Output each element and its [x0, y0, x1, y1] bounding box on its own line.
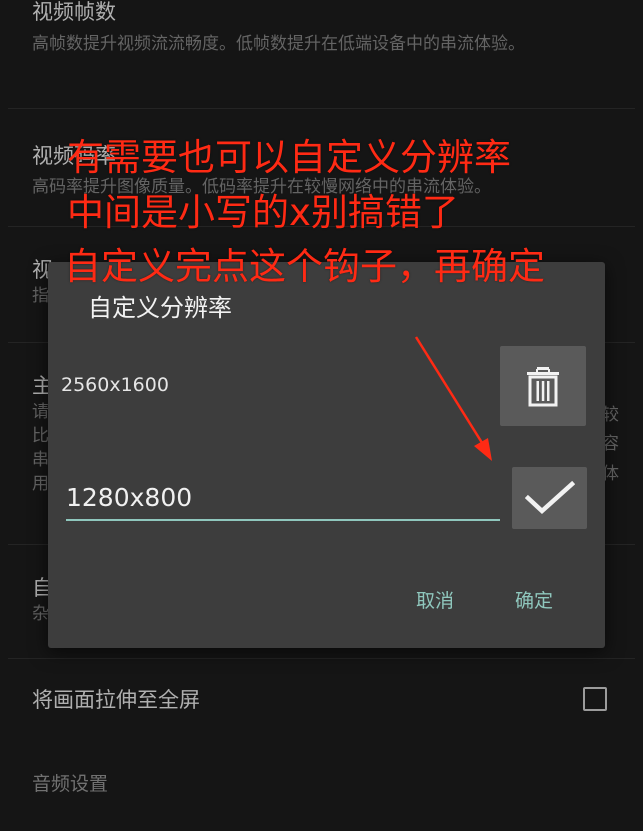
annotation-arrow-icon	[414, 336, 492, 461]
settings-screen: 视频帧数 高帧数提升视频流流畅度。低帧数提升在低端设备中的串流体验。 视频码率 …	[0, 0, 643, 831]
